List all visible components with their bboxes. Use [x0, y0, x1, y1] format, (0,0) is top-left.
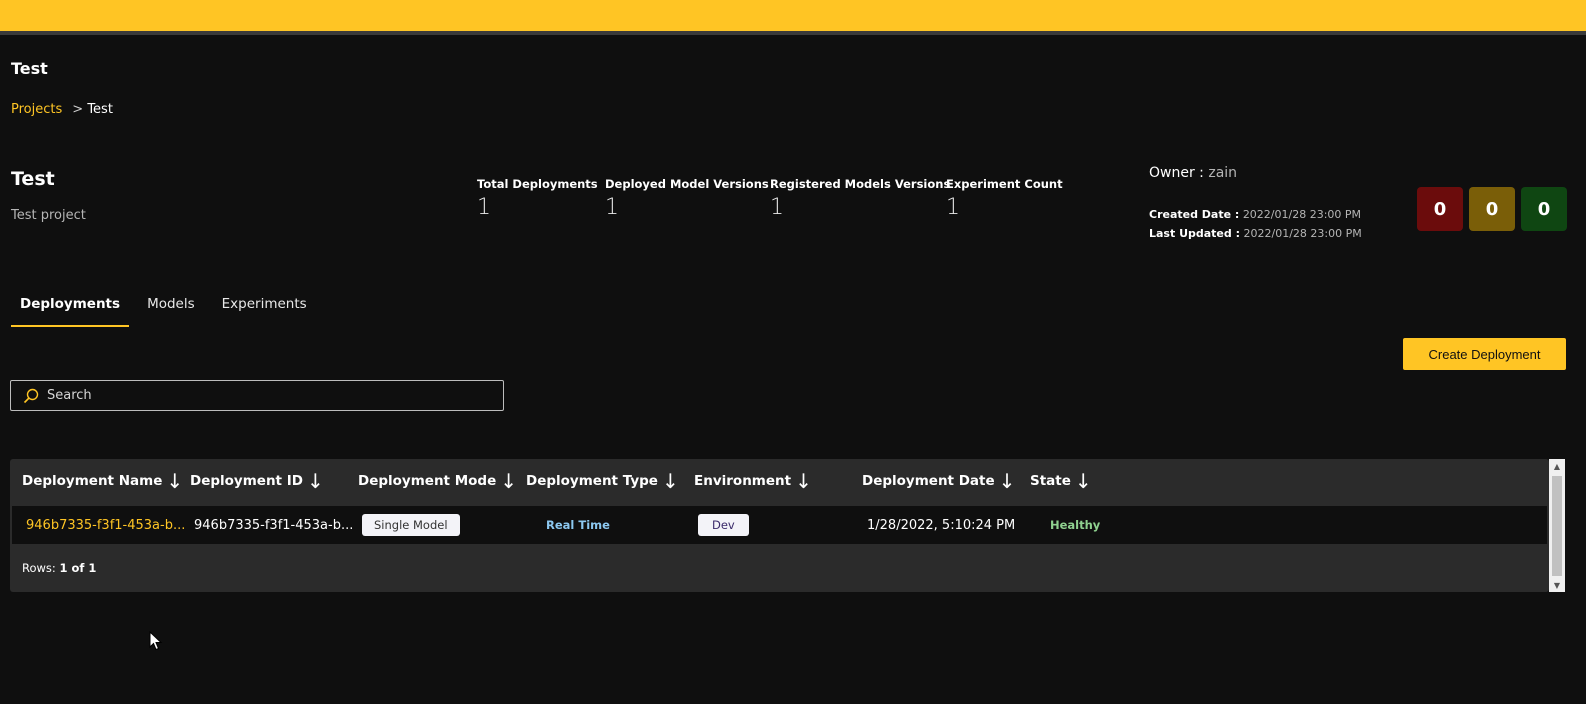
project-description: Test project — [11, 208, 86, 223]
tab-bar: Deployments Models Experiments — [11, 296, 325, 327]
project-dates: Created Date : 2022/01/28 23:00 PM Last … — [1149, 205, 1362, 243]
column-header-deployment-date[interactable]: Deployment Date ↓ — [862, 469, 1016, 493]
owner-label: Owner : — [1149, 165, 1204, 181]
column-label: State — [1030, 473, 1071, 489]
top-banner — [0, 0, 1586, 35]
table-scrollbar[interactable]: ▲ ▼ — [1549, 459, 1565, 592]
breadcrumb-projects-link[interactable]: Projects — [11, 102, 62, 117]
stat-label: Registered Models Versions — [770, 177, 951, 191]
column-label: Environment — [694, 473, 792, 489]
tab-experiments[interactable]: Experiments — [213, 296, 316, 327]
column-header-environment[interactable]: Environment ↓ — [694, 469, 812, 493]
tab-deployments[interactable]: Deployments — [11, 296, 130, 327]
environment-pill: Dev — [698, 514, 749, 536]
column-header-deployment-mode[interactable]: Deployment Mode ↓ — [358, 469, 518, 493]
sort-arrow-icon: ↓ — [1074, 469, 1092, 493]
stat-value: 1 — [605, 195, 619, 220]
scroll-up-icon[interactable]: ▲ — [1549, 459, 1565, 473]
column-header-state[interactable]: State ↓ — [1030, 469, 1092, 493]
last-updated-value: 2022/01/28 23:00 PM — [1243, 227, 1362, 240]
owner-info: Owner : zain — [1149, 165, 1237, 181]
column-label: Deployment Date — [862, 473, 995, 489]
table-row[interactable]: 946b7335-f3f1-453a-b... 946b7335-f3f1-45… — [12, 506, 1547, 544]
tab-models[interactable]: Models — [138, 296, 204, 327]
stat-value: 1 — [477, 195, 491, 220]
status-badge-red: 0 — [1417, 187, 1463, 231]
owner-value: zain — [1208, 165, 1238, 181]
column-label: Deployment Name — [22, 473, 163, 489]
created-date-label: Created Date : — [1149, 208, 1240, 221]
status-badge-green: 0 — [1521, 187, 1567, 231]
sort-arrow-icon: ↓ — [661, 469, 679, 493]
environment-cell: Dev — [698, 506, 749, 544]
status-badge-yellow: 0 — [1469, 187, 1515, 231]
deployment-name-link[interactable]: 946b7335-f3f1-453a-b... — [26, 506, 185, 544]
deployment-id-cell: 946b7335-f3f1-453a-b... — [194, 517, 354, 533]
rows-value: 1 of 1 — [59, 561, 97, 575]
stat-value: 1 — [946, 195, 960, 220]
sort-arrow-icon: ↓ — [795, 469, 812, 493]
deployment-type-cell: Real Time — [546, 506, 610, 544]
column-header-deployment-name[interactable]: Deployment Name ↓ — [22, 469, 184, 493]
search-icon — [23, 388, 39, 403]
search-input[interactable]: Search — [10, 380, 504, 411]
type-label: Real Time — [546, 518, 610, 532]
stat-registered-models-versions: Registered Models Versions 1 — [770, 177, 950, 220]
created-date-value: 2022/01/28 23:00 PM — [1242, 208, 1362, 221]
sort-arrow-icon: ↓ — [998, 469, 1016, 493]
stat-deployed-model-versions: Deployed Model Versions 1 — [605, 177, 769, 220]
column-header-deployment-type[interactable]: Deployment Type ↓ — [526, 469, 679, 493]
breadcrumb: Projects > Test — [11, 102, 113, 117]
project-name: Test — [11, 168, 55, 190]
breadcrumb-separator: > — [72, 102, 84, 117]
stat-label: Total Deployments — [477, 177, 598, 191]
page-title: Test — [11, 59, 48, 78]
rows-label: Rows: — [22, 561, 56, 575]
last-updated-label: Last Updated : — [1149, 227, 1240, 240]
column-label: Deployment Mode — [358, 473, 497, 489]
stat-experiment-count: Experiment Count 1 — [946, 177, 1063, 220]
column-label: Deployment Type — [526, 473, 658, 489]
state-cell: Healthy — [1050, 506, 1100, 544]
stat-label: Deployed Model Versions — [605, 177, 769, 191]
stat-value: 1 — [770, 195, 784, 220]
rows-count: Rows: 1 of 1 — [22, 561, 96, 575]
search-placeholder: Search — [47, 388, 92, 403]
create-deployment-button[interactable]: Create Deployment — [1403, 338, 1566, 370]
sort-arrow-icon: ↓ — [166, 469, 184, 493]
table-header: Deployment Name ↓ Deployment ID ↓ Deployme… — [10, 459, 1549, 506]
stat-total-deployments: Total Deployments 1 — [477, 177, 598, 220]
stat-label: Experiment Count — [946, 177, 1063, 191]
column-label: Deployment ID — [190, 473, 303, 489]
breadcrumb-current: Test — [87, 102, 113, 117]
deployment-date-cell: 1/28/2022, 5:10:24 PM — [867, 517, 1016, 533]
sort-arrow-icon: ↓ — [500, 469, 518, 493]
mouse-cursor-icon — [149, 631, 163, 651]
state-label: Healthy — [1050, 518, 1101, 532]
sort-arrow-icon: ↓ — [306, 469, 324, 493]
deployment-mode-cell: Single Model — [362, 506, 460, 544]
scroll-down-icon[interactable]: ▼ — [1549, 578, 1565, 592]
mode-pill: Single Model — [362, 514, 460, 536]
scrollbar-thumb[interactable] — [1552, 476, 1562, 576]
column-header-deployment-id[interactable]: Deployment ID ↓ — [190, 469, 324, 493]
deployments-table: Deployment Name ↓ Deployment ID ↓ Deployme… — [10, 459, 1549, 592]
